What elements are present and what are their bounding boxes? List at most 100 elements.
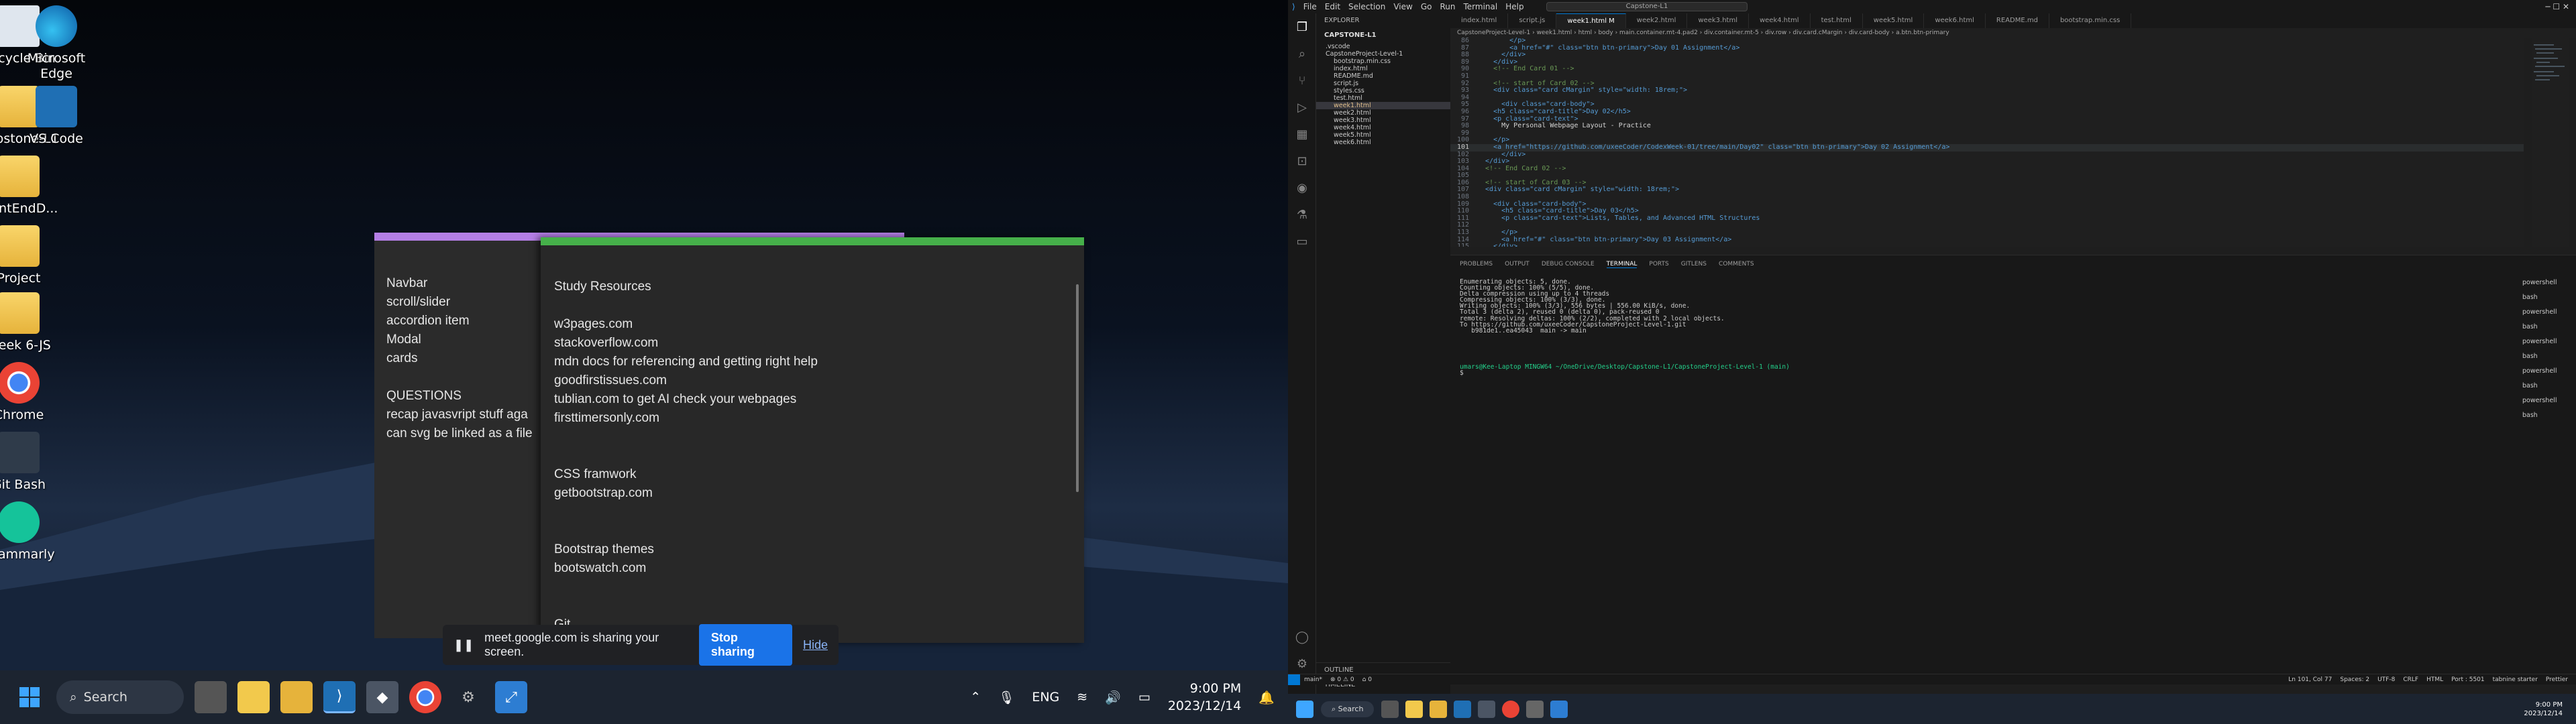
sticky-note-front[interactable]: Study Resources w3pages.com stackoverflow… (541, 237, 1084, 643)
devtools-icon[interactable] (1550, 700, 1568, 718)
chat-icon[interactable]: ▭ (1288, 228, 1316, 255)
language-indicator[interactable]: ENG (1032, 690, 1059, 705)
status-item[interactable]: CRLF (2399, 676, 2422, 683)
file-tree-item[interactable]: week1.html (1316, 102, 1450, 109)
status-item[interactable]: HTML (2422, 676, 2447, 683)
file-tree-item[interactable]: CapstoneProject-Level-1 (1316, 50, 1450, 58)
terminal-instance[interactable]: bash (2522, 408, 2569, 423)
status-item[interactable]: tabnine starter (2489, 676, 2542, 683)
panel-tab[interactable]: GITLENS (1681, 261, 1707, 267)
explorer-icon[interactable]: ❐ (1288, 13, 1316, 40)
file-tree-item[interactable]: bootstrap.min.css (1316, 58, 1450, 65)
run-debug-icon[interactable]: ▷ (1288, 94, 1316, 121)
menu-item[interactable]: Run (1436, 2, 1459, 11)
desktop-icon[interactable]: Git Bash (0, 432, 59, 493)
search-icon[interactable]: ⌕ (1288, 40, 1316, 67)
chrome-icon[interactable] (1502, 700, 1520, 718)
manage-gear-icon[interactable]: ⚙ (1288, 650, 1316, 677)
battery-icon[interactable]: ▭ (1138, 690, 1150, 705)
taskbar-search[interactable]: ⌕ Search (56, 680, 184, 714)
hide-link[interactable]: Hide (803, 638, 828, 652)
file-tree-item[interactable]: week3.html (1316, 117, 1450, 124)
clock[interactable]: 9:00 PM 2023/12/14 (2524, 701, 2563, 718)
sticky-notes-icon[interactable] (237, 681, 270, 713)
terminal-output[interactable]: Enumerating objects: 5, done. Counting ob… (1460, 279, 2399, 377)
gitlens-icon[interactable]: ◉ (1288, 174, 1316, 201)
vscode-icon[interactable] (1454, 700, 1472, 718)
terminal-instance[interactable]: bash (2522, 290, 2569, 305)
terminal-instance[interactable]: bash (2522, 320, 2569, 335)
testing-icon[interactable]: ⚗ (1288, 201, 1316, 228)
notification-bell-icon[interactable]: 🔔 (1258, 690, 1275, 705)
git-icon[interactable]: ◆ (366, 681, 398, 713)
terminal-instance[interactable]: powershell (2522, 335, 2569, 349)
menu-item[interactable]: Selection (1344, 2, 1389, 11)
desktop-icon[interactable]: Grammarly (0, 501, 59, 562)
terminal-instance[interactable]: powershell (2522, 276, 2569, 290)
chevron-up-icon[interactable]: ⌃ (970, 690, 981, 705)
editor-tab[interactable]: bootstrap.min.css (2049, 13, 2132, 28)
source-control-icon[interactable]: ⑂ (1288, 67, 1316, 94)
file-explorer-icon[interactable] (1430, 700, 1448, 718)
panel-tab[interactable]: PROBLEMS (1460, 261, 1493, 267)
panel-tab[interactable]: OUTPUT (1505, 261, 1529, 267)
status-item[interactable]: Spaces: 2 (2336, 676, 2373, 683)
terminal-instance[interactable]: powershell (2522, 394, 2569, 408)
status-item[interactable]: Prettier (2542, 676, 2572, 683)
problems-indicator[interactable]: ⊗ 0 ⚠ 0 (1326, 676, 1358, 683)
editor-tab[interactable]: test.html (1811, 13, 1863, 28)
editor-tab[interactable]: week2.html (1626, 13, 1688, 28)
vscode-icon[interactable]: ⟩ (323, 681, 356, 713)
task-view-icon[interactable] (1381, 700, 1399, 718)
extensions-icon[interactable]: ▦ (1288, 121, 1316, 147)
file-explorer-icon[interactable] (280, 681, 313, 713)
menu-item[interactable]: Edit (1321, 2, 1344, 11)
volume-icon[interactable]: 🔊 (1105, 690, 1121, 705)
minimap[interactable] (2532, 38, 2569, 247)
desktop-icon[interactable]: Microsoft Edge (16, 5, 97, 82)
file-tree-item[interactable]: README.md (1316, 72, 1450, 80)
desktop-icon[interactable]: Project (0, 225, 59, 286)
terminal-instance[interactable]: powershell (2522, 364, 2569, 379)
editor-tab[interactable]: README.md (1986, 13, 2049, 28)
file-tree-item[interactable]: index.html (1316, 65, 1450, 72)
windows-start-icon[interactable] (13, 681, 46, 713)
desktop-icon[interactable]: Chrome (0, 362, 59, 423)
devtools-icon[interactable]: ⤢ (495, 681, 527, 713)
stop-sharing-button[interactable]: Stop sharing (698, 624, 792, 666)
editor-tab[interactable]: script.js (1508, 13, 1557, 28)
panel-tab[interactable]: PORTS (1649, 261, 1668, 267)
command-center-search[interactable]: Capstone-L1 (1546, 2, 1748, 11)
branch-indicator[interactable]: main* (1300, 676, 1326, 683)
settings-icon[interactable]: ⚙ (452, 681, 484, 713)
status-item[interactable]: UTF-8 (2373, 676, 2399, 683)
file-tree-item[interactable]: week2.html (1316, 109, 1450, 117)
remote-explorer-icon[interactable]: ⊡ (1288, 147, 1316, 174)
clock[interactable]: 9:00 PM 2023/12/14 (1168, 680, 1242, 715)
windows-start-icon[interactable] (1296, 700, 1313, 718)
panel-tab[interactable]: TERMINAL (1606, 261, 1638, 268)
git-icon[interactable] (1478, 700, 1496, 718)
editor-tab[interactable]: week1.html M (1556, 13, 1626, 28)
menu-item[interactable]: Help (1501, 2, 1527, 11)
code-editor[interactable]: 86 </p> 87 <a href="#" class="btn btn-pri… (1450, 38, 2524, 247)
remote-indicator[interactable] (1288, 674, 1300, 685)
desktop-icon[interactable]: VS Code (16, 86, 97, 147)
terminal-instance[interactable]: bash (2522, 349, 2569, 364)
editor-tab[interactable]: week5.html (1863, 13, 1925, 28)
status-item[interactable]: Ln 101, Col 77 (2284, 676, 2336, 683)
menu-item[interactable]: File (1299, 2, 1321, 11)
status-item[interactable]: Port : 5501 (2447, 676, 2489, 683)
window-controls[interactable]: ─ ☐ ✕ (2545, 2, 2569, 11)
panel-tab[interactable]: COMMENTS (1719, 261, 1754, 267)
menu-item[interactable]: View (1389, 2, 1416, 11)
file-tree-item[interactable]: .vscode (1316, 43, 1450, 50)
menu-item[interactable]: Go (1417, 2, 1436, 11)
workspace-title[interactable]: CAPSTONE-L1 (1316, 28, 1450, 43)
file-tree-item[interactable]: test.html (1316, 95, 1450, 102)
editor-tab[interactable]: index.html (1450, 13, 1509, 28)
file-tree-item[interactable]: script.js (1316, 80, 1450, 87)
note-scrollbar[interactable] (1076, 284, 1079, 492)
settings-icon[interactable] (1526, 700, 1544, 718)
desktop-icon[interactable]: FrontEndD... (0, 156, 59, 217)
